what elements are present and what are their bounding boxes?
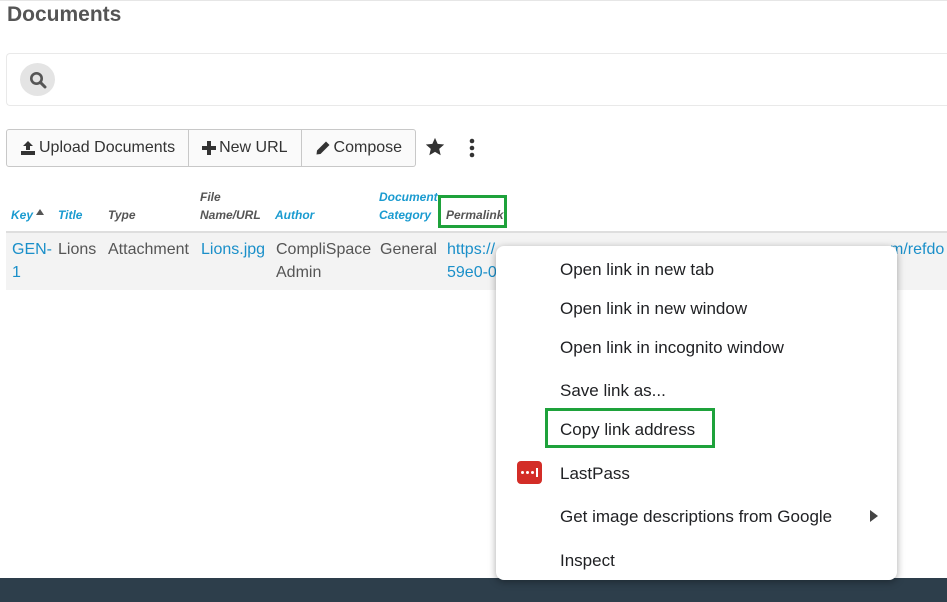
cell-title: Lions bbox=[58, 241, 97, 258]
search-button[interactable] bbox=[20, 63, 55, 96]
search-bar[interactable] bbox=[6, 53, 947, 106]
cell-key-link[interactable]: GEN- 1 bbox=[12, 238, 52, 284]
cell-permalink-link[interactable]: https:// 59e0-0 bbox=[447, 238, 497, 284]
cell-type: Attachment bbox=[108, 241, 189, 258]
menu-item-lastpass[interactable]: LastPass bbox=[560, 463, 630, 485]
column-header-key-label: Key bbox=[11, 208, 34, 222]
cell-file-link[interactable]: Lions.jpg bbox=[201, 238, 265, 262]
cell-category: General bbox=[380, 241, 437, 258]
column-header-file-line1: File bbox=[200, 190, 221, 204]
upload-icon bbox=[21, 141, 35, 155]
new-url-button[interactable]: New URL bbox=[189, 129, 302, 167]
column-header-category[interactable]: Document Category bbox=[379, 188, 438, 224]
compose-label: Compose bbox=[333, 139, 403, 156]
permalink-highlight-box bbox=[438, 195, 507, 228]
copy-link-highlight-box bbox=[545, 408, 715, 448]
menu-item-open-incognito[interactable]: Open link in incognito window bbox=[560, 337, 784, 359]
compose-button[interactable]: Compose bbox=[301, 129, 417, 167]
menu-item-image-descriptions[interactable]: Get image descriptions from Google bbox=[560, 506, 832, 528]
column-header-author[interactable]: Author bbox=[275, 206, 314, 224]
star-icon bbox=[425, 137, 445, 156]
menu-item-open-new-tab[interactable]: Open link in new tab bbox=[560, 259, 714, 281]
column-header-category-line1: Document bbox=[379, 190, 438, 204]
favorite-button[interactable] bbox=[424, 136, 448, 160]
column-header-type: Type bbox=[108, 208, 136, 222]
lastpass-icon bbox=[517, 461, 542, 484]
column-header-title[interactable]: Title bbox=[58, 206, 82, 224]
new-url-label: New URL bbox=[219, 139, 288, 156]
submenu-arrow-icon bbox=[870, 510, 878, 522]
menu-item-open-new-window[interactable]: Open link in new window bbox=[560, 298, 747, 320]
page-title: Documents bbox=[7, 3, 122, 26]
menu-item-inspect[interactable]: Inspect bbox=[560, 550, 615, 572]
upload-documents-label: Upload Documents bbox=[39, 139, 176, 156]
pencil-icon bbox=[316, 141, 330, 155]
top-divider bbox=[0, 0, 947, 1]
column-header-file: File Name/URL bbox=[200, 188, 261, 224]
plus-icon bbox=[202, 141, 217, 155]
cell-key-line2: 1 bbox=[12, 264, 21, 281]
kebab-menu-icon bbox=[469, 138, 475, 158]
cell-permalink-line2: 59e0-0 bbox=[447, 264, 497, 281]
column-header-key[interactable]: Key bbox=[11, 206, 45, 224]
cell-author: CompliSpace Admin bbox=[276, 238, 371, 284]
upload-documents-button[interactable]: Upload Documents bbox=[6, 129, 190, 167]
column-header-file-line2: Name/URL bbox=[200, 208, 261, 222]
column-header-category-line2: Category bbox=[379, 208, 432, 222]
search-icon bbox=[29, 71, 46, 88]
more-options-button[interactable] bbox=[464, 136, 480, 160]
cell-permalink-line1: https:// bbox=[447, 241, 496, 258]
sort-ascending-icon bbox=[36, 209, 45, 215]
document-toolbar: Upload Documents New URL Compose bbox=[6, 129, 417, 167]
cell-key-line1: GEN- bbox=[12, 241, 52, 258]
menu-item-save-link-as[interactable]: Save link as... bbox=[560, 380, 666, 402]
cell-permalink-tail[interactable]: m/refdo bbox=[890, 238, 944, 262]
cell-author-line1: CompliSpace bbox=[276, 241, 372, 258]
cell-author-line2: Admin bbox=[276, 264, 322, 281]
footer-bar bbox=[0, 578, 947, 602]
